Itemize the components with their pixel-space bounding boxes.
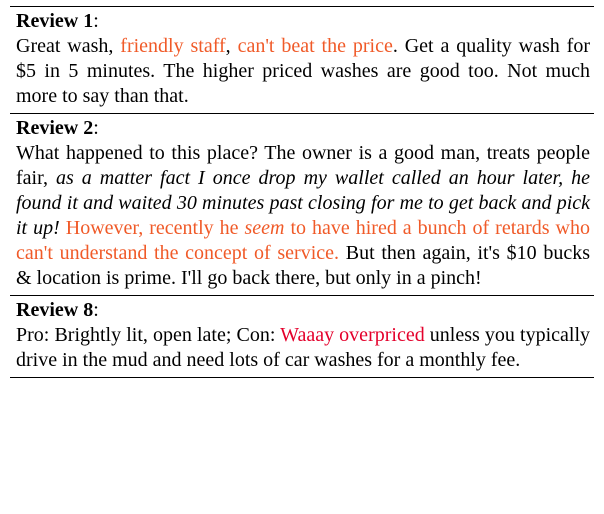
r8-highlight-overpriced: Waaay overpriced (280, 324, 425, 346)
review-2-colon: : (93, 117, 99, 139)
review-8-body: Pro: Brightly lit, open late; Con: Waaay… (16, 324, 590, 371)
r1-text-c: , (226, 35, 238, 57)
review-8-block: Review 8: Pro: Brightly lit, open late; … (10, 296, 594, 377)
r1-highlight-price: can't beat the price (238, 35, 393, 57)
review-8-colon: : (93, 299, 99, 321)
review-1-body: Great wash, friendly staff, can't beat t… (16, 35, 590, 107)
r1-highlight-friendly-staff: friendly staff (120, 35, 225, 57)
r1-text-a: Great wash, (16, 35, 120, 57)
review-2-block: Review 2: What happened to this place? T… (10, 114, 594, 295)
bottom-rule (10, 377, 594, 378)
review-2-heading: Review 2 (16, 117, 93, 139)
r2-highlight-c: However, recently he (66, 217, 245, 239)
review-2-body: What happened to this place? The owner i… (16, 142, 590, 289)
review-8-heading: Review 8 (16, 299, 93, 321)
review-1-block: Review 1: Great wash, friendly staff, ca… (10, 7, 594, 113)
review-1-colon: : (93, 10, 99, 32)
reviews-table: Review 1: Great wash, friendly staff, ca… (10, 6, 594, 378)
r2-highlight-seem: seem (244, 217, 284, 239)
r8-text-a: Pro: Brightly lit, open late; Con: (16, 324, 280, 346)
review-1-heading: Review 1 (16, 10, 93, 32)
